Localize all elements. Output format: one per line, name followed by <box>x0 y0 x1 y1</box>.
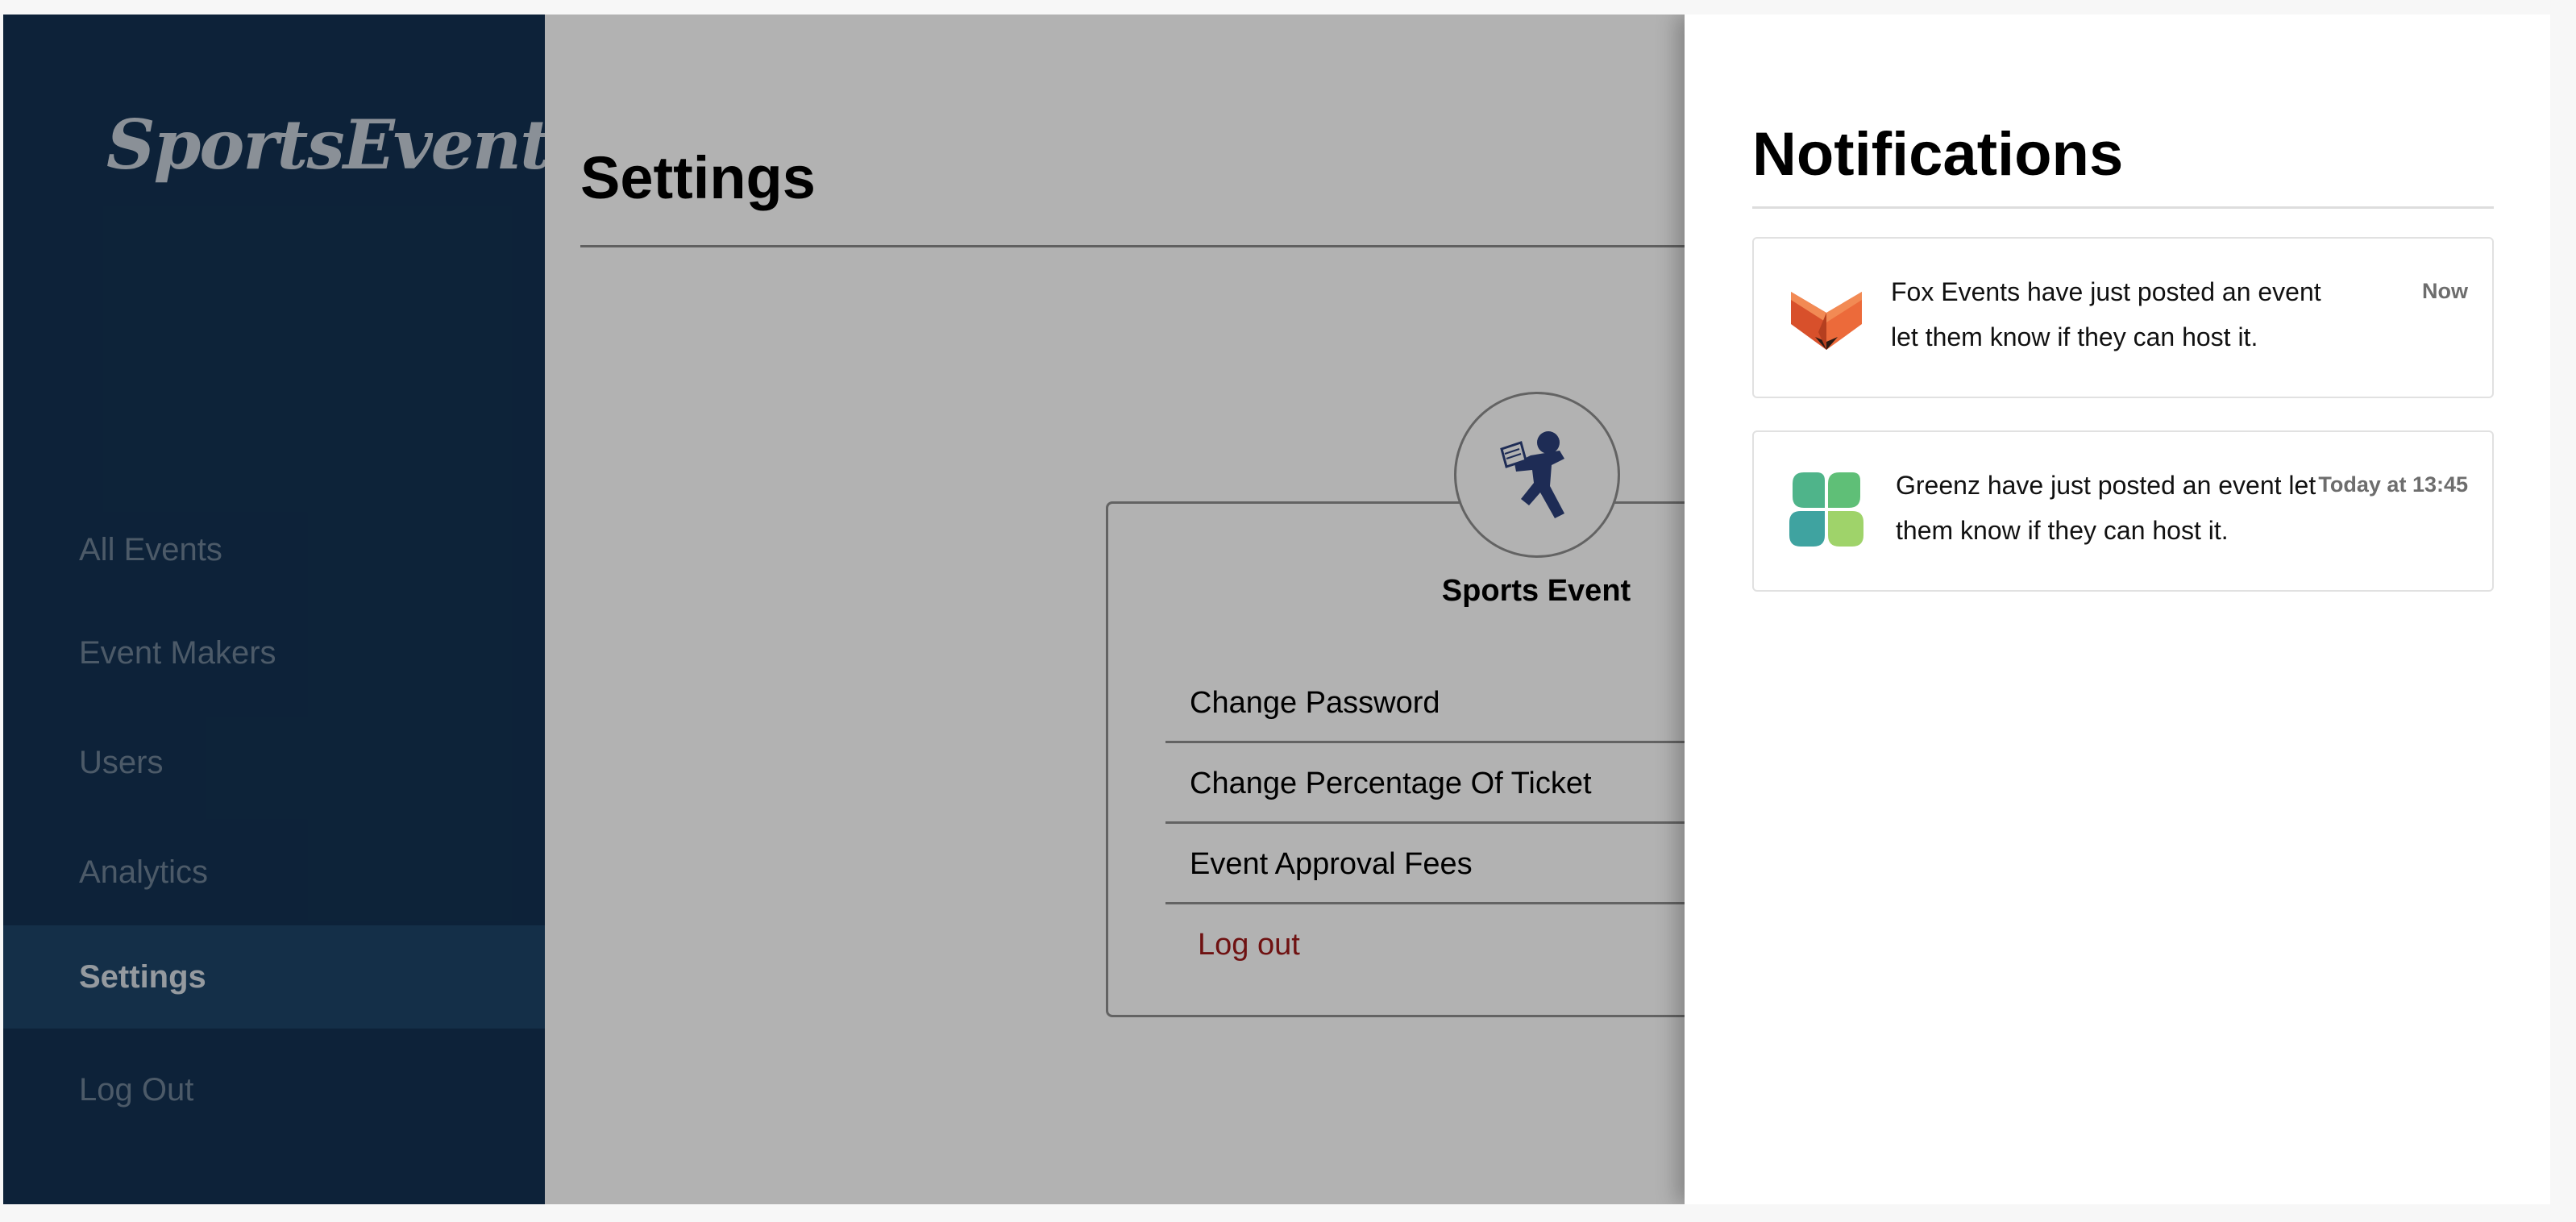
fox-logo-icon <box>1791 292 1862 350</box>
notification-text: Greenz have just posted an event let the… <box>1896 471 2316 545</box>
notification-item[interactable]: Fox Events have just posted an event let… <box>1752 237 2494 398</box>
notification-time: Today at 13:45 <box>2318 472 2468 497</box>
clover-logo-icon <box>1789 472 1863 547</box>
app-window: SportsEvent All Events Event Makers User… <box>3 15 2550 1204</box>
notifications-title: Notifications <box>1752 120 2124 189</box>
notifications-panel: Notifications Fox Events have just poste… <box>1685 15 2550 1204</box>
notification-text: Fox Events have just posted an event let… <box>1891 277 2321 351</box>
notification-item[interactable]: Greenz have just posted an event let the… <box>1752 430 2494 592</box>
notification-time: Now <box>2422 279 2468 303</box>
notifications-divider <box>1752 206 2494 209</box>
